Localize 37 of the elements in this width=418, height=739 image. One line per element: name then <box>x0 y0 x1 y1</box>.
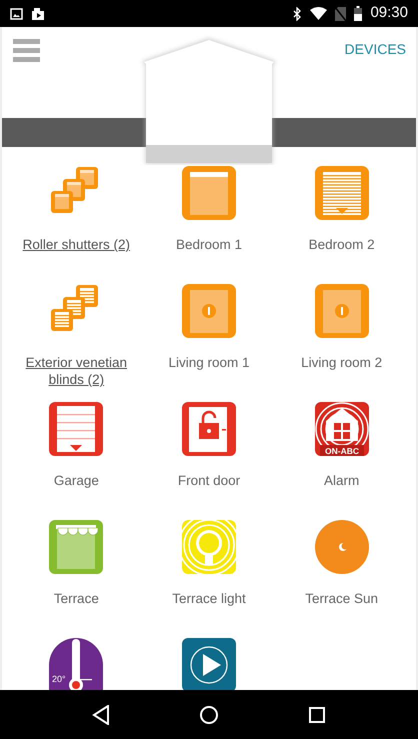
image-icon <box>10 8 23 20</box>
shutter-icon <box>314 165 370 221</box>
light-bulb-icon <box>180 519 237 575</box>
device-tile[interactable]: Bedroom 2 <box>275 165 408 283</box>
clock-time: 09:30 <box>370 3 408 24</box>
shutter-icon <box>180 165 237 221</box>
no-sim-icon <box>335 6 346 20</box>
icon-text: 20° <box>52 674 66 684</box>
device-tile[interactable]: ON-ABC Alarm <box>275 401 408 519</box>
thermometer-icon <box>49 638 104 690</box>
padlock-door-icon <box>180 401 237 457</box>
wifi-icon <box>310 7 328 20</box>
recent-apps-icon[interactable] <box>308 706 326 724</box>
device-tile[interactable]: Terrace <box>10 519 143 637</box>
devices-link[interactable]: DEVICES <box>344 39 406 60</box>
play-icon <box>180 637 237 690</box>
back-icon[interactable] <box>92 704 110 724</box>
alarm-icon <box>314 402 369 456</box>
lock-icon <box>314 283 370 339</box>
garage-door-icon <box>48 401 104 457</box>
battery-icon <box>354 6 362 21</box>
device-tile[interactable]: Bedroom 1 <box>142 165 276 283</box>
device-tile[interactable]: Terrace Sun <box>275 519 408 637</box>
device-tile[interactable]: Living room 2 <box>275 283 408 401</box>
moon-circle-icon <box>314 519 370 575</box>
device-group-tile[interactable]: Exterior venetian blinds (2) <box>10 283 143 401</box>
device-tile[interactable]: Living room 1 <box>142 283 276 401</box>
awning-icon <box>48 519 104 575</box>
device-tile[interactable]: Front door <box>142 401 276 519</box>
bluetooth-icon <box>293 6 302 20</box>
device-tile[interactable]: Terrace light <box>142 519 276 637</box>
icon-text: ON-ABC <box>324 446 359 456</box>
device-tile[interactable]: Garage <box>10 401 143 519</box>
lock-icon <box>180 283 237 339</box>
device-group-tile[interactable]: Roller shutters (2) <box>10 165 143 283</box>
home-icon[interactable] <box>198 704 219 724</box>
video-icon <box>31 6 45 20</box>
